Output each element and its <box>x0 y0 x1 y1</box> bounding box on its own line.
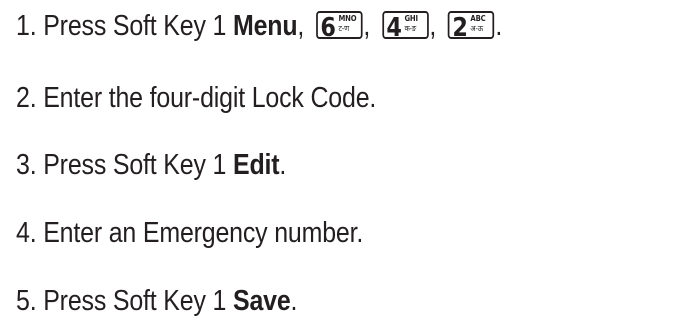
step-text: Press Soft Key 1 <box>43 149 233 181</box>
key-letters: GHI <box>404 14 418 24</box>
key-digit: 2 <box>452 13 468 44</box>
step-5: 5. Press Soft Key 1 Save. <box>16 283 297 319</box>
key-separator: , <box>363 10 371 42</box>
step-2: 2. Enter the four-digit Lock Code. <box>16 80 376 116</box>
keypad-key-2-icon: 2 ABC अ-ऊ <box>448 11 495 43</box>
step-bold-term: Menu <box>232 10 298 42</box>
step-punctuation: . <box>279 149 287 181</box>
step-number: 5. <box>16 285 37 317</box>
key-letters: ABC <box>470 14 486 24</box>
key-script: ट-ण <box>338 24 349 34</box>
step-number: 1. <box>16 10 37 42</box>
step-1: 1. Press Soft Key 1 Menu, 6 MNO ट-ण , 4 … <box>16 8 502 44</box>
step-3: 3. Press Soft Key 1 Edit. <box>16 147 286 183</box>
step-number: 2. <box>16 82 37 114</box>
key-separator: , <box>429 10 437 42</box>
step-number: 4. <box>16 217 37 249</box>
key-script: अ-ऊ <box>470 24 484 34</box>
step-punctuation: . <box>290 285 298 317</box>
key-letters: MNO <box>338 14 357 24</box>
step-bold-term: Edit <box>232 149 280 181</box>
step-number: 3. <box>16 149 37 181</box>
keypad-key-4-icon: 4 GHI क-ङ <box>382 11 429 43</box>
key-digit: 6 <box>320 13 336 44</box>
key-separator: . <box>495 10 503 42</box>
step-text: Press Soft Key 1 <box>43 10 233 42</box>
step-4: 4. Enter an Emergency number. <box>16 215 363 251</box>
step-punctuation: , <box>297 10 305 42</box>
step-text: Press Soft Key 1 <box>43 285 233 317</box>
step-text: Enter an Emergency number. <box>43 217 364 249</box>
step-text: Enter the four-digit Lock Code. <box>43 82 377 114</box>
step-bold-term: Save <box>232 285 291 317</box>
key-script: क-ङ <box>404 24 417 34</box>
key-digit: 4 <box>386 13 402 44</box>
keypad-key-6-icon: 6 MNO ट-ण <box>316 11 363 43</box>
